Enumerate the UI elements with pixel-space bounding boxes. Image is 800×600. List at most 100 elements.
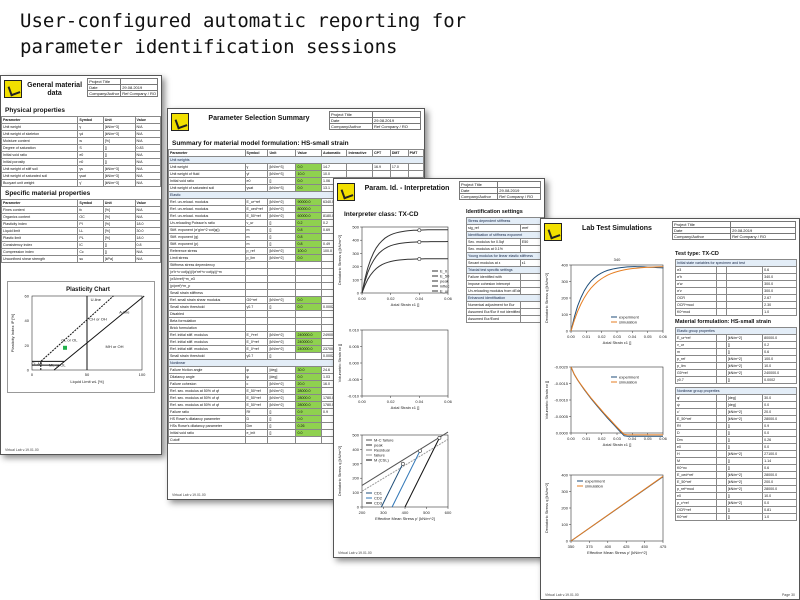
elastic-group-table: Elastic group properties E_ur^ref [kN/m^2]…	[674, 327, 797, 384]
table-cell	[244, 436, 269, 444]
y-axis-label: Deviatoric Stress q [kN/m^2]	[544, 483, 549, 533]
table-cell: [kN/m^2]	[725, 499, 764, 507]
table-row: Degree of saturation S[] 0.83	[1, 144, 161, 152]
y-tick-label: -0.0015	[554, 381, 568, 386]
table-cell: E_0^ref	[244, 345, 269, 353]
table-cell: []	[267, 219, 297, 227]
plasticity-chart-svg: Plasticity Chart 0 50 100 0 20 40 60 Liquid Limi…	[10, 287, 146, 384]
y-tick-label: 300	[561, 489, 568, 494]
table-cell: 0.6	[762, 266, 797, 274]
table-row: ψ [deg] 0.0	[674, 401, 797, 409]
x-tick-label: 0.04	[415, 399, 424, 404]
table-cell: E_0^ref	[244, 338, 269, 346]
table-cell: [kN/m^2]	[725, 485, 764, 493]
table-cell: 0.9	[762, 422, 797, 430]
table-cell: 18.0	[134, 220, 161, 228]
table-cell	[716, 394, 727, 402]
table-cell: CPT	[371, 149, 391, 157]
interpreter-class: Interpreter class: TX-CD	[344, 211, 419, 218]
table-cell: Dm	[674, 436, 718, 444]
table-cell: HSs Rowe's dilatancy parameter	[168, 422, 246, 430]
table-cell: Degree of saturation	[1, 144, 79, 152]
table-cell: Small strain threshold	[168, 352, 246, 360]
table-cell: Plasticity index	[1, 220, 79, 228]
table-cell: [kN/m^2]	[725, 362, 764, 370]
table-cell: [kN/m^2]	[267, 254, 297, 262]
logo-icon	[4, 80, 22, 98]
y-tick-label: 400	[352, 447, 359, 452]
sheet-footer: Virtual Lab v.19.01.00	[338, 551, 372, 555]
initial-state-table: Initial state variables for specimen and…	[674, 259, 797, 316]
table-cell	[716, 287, 727, 295]
plasticity-zone-label: CL or OL	[61, 338, 78, 343]
y-tick-label: 100	[352, 277, 359, 282]
table-cell: []	[725, 376, 764, 384]
table-cell: N/A	[134, 206, 161, 214]
meta-company-label: Company/Author	[328, 123, 374, 130]
table-cell: Fines content	[1, 206, 79, 214]
table-cell: Symbol	[77, 199, 104, 207]
table-cell	[371, 170, 391, 178]
table-cell: Symbol	[77, 116, 104, 124]
table-cell: []	[267, 303, 297, 311]
table-cell: 0.8	[295, 240, 322, 248]
table-cell	[716, 485, 727, 493]
table-cell: 340.0	[762, 273, 797, 281]
table-row: Liquid limit LL [%] 30.0	[1, 227, 161, 235]
table-row: E_oed^ref [kN/m^2] 28000.0	[674, 471, 797, 479]
x-axis-label: Axial Strain ε1 []	[603, 442, 632, 447]
table-cell	[267, 261, 297, 269]
table-cell: Unit weights	[168, 156, 424, 164]
table-cell: 16.9	[371, 163, 391, 171]
x-tick-label: 0.02	[387, 296, 396, 301]
table-cell: Ref. small strain shear modulus	[168, 296, 246, 304]
table-cell: OCR^ref	[674, 506, 718, 514]
table-cell: γsat	[77, 172, 104, 180]
table-cell: Ref. sec. modulus at 50% of qf	[168, 401, 246, 409]
table-cell	[716, 408, 727, 416]
plot-frame	[361, 329, 449, 397]
table-cell: Ref. initial stiff. modulus	[168, 338, 246, 346]
table-cell	[716, 464, 727, 472]
a-line	[53, 295, 145, 371]
sheet-header: Parameter Selection Summary Project Titl…	[168, 109, 424, 137]
sheet-footer: Virtual Lab v.19.01.00	[5, 448, 39, 452]
stress-path	[380, 463, 404, 508]
x-tick-label: 0.00	[567, 334, 576, 339]
table-cell: E_50^ref	[244, 394, 269, 402]
y-tick-label: 400	[561, 473, 568, 478]
table-cell: ψ	[244, 373, 269, 381]
table-cell	[716, 362, 727, 370]
table-cell: []	[725, 436, 764, 444]
table-cell	[716, 492, 727, 500]
table-cell	[244, 282, 269, 290]
table-cell: e_init	[244, 429, 269, 437]
legend-entry: M (CSL)	[374, 458, 390, 463]
table-cell: 100.0	[762, 355, 797, 363]
table-cell	[267, 282, 297, 290]
table-cell: 240000.0	[762, 369, 797, 377]
x-tick-label: 0.05	[644, 334, 653, 339]
table-cell: 30.0	[295, 366, 322, 374]
table-cell: p_lim	[674, 362, 718, 370]
x-axis-label: Axial Strain ε1 []	[391, 405, 420, 410]
table-cell: Cc	[77, 248, 104, 256]
y-tick-label: 200	[561, 506, 568, 511]
table-cell: 1.14	[762, 457, 797, 465]
y-tick-label: 200	[561, 296, 568, 301]
table-cell: []	[725, 457, 764, 465]
y-axis-label: Volumetric Strain εv []	[544, 381, 549, 419]
table-cell: 0.8	[295, 233, 322, 241]
table-cell: 10.0	[762, 362, 797, 370]
table-cell: 30.0	[762, 394, 797, 402]
x-tick-label: 300	[380, 510, 387, 515]
table-cell	[244, 310, 269, 318]
table-row: G0^ref [kN/m^2] 240000.0	[674, 369, 797, 377]
table-cell	[716, 506, 727, 514]
table-cell: []	[102, 144, 136, 152]
table-cell: []	[725, 443, 764, 451]
y-tick-label: 0	[27, 368, 30, 373]
x-tick-label: 375	[586, 544, 593, 549]
table-cell: [kN/m^2]	[725, 415, 764, 423]
table-cell: σ'w	[674, 280, 718, 288]
